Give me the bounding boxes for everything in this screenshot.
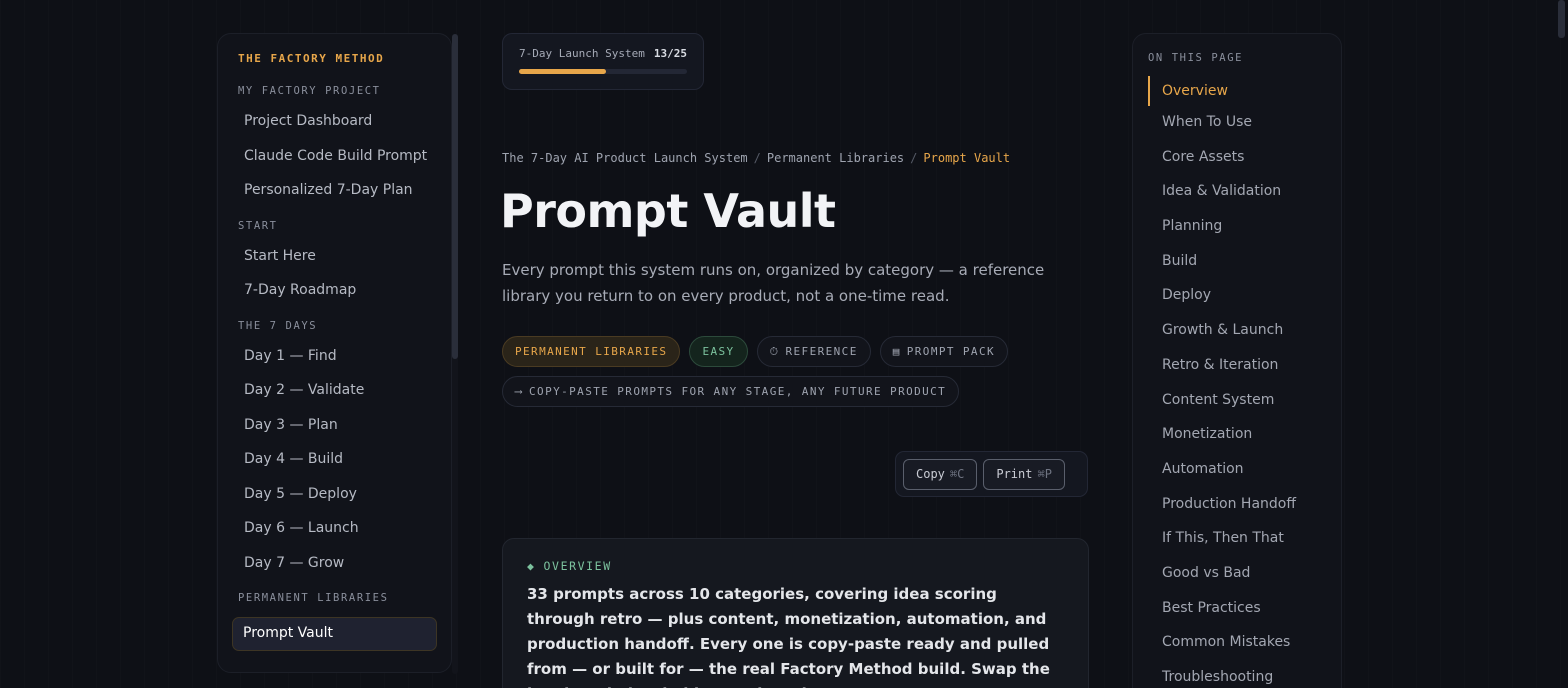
sidebar: THE FACTORY METHOD MY FACTORY PROJECT Pr…	[217, 33, 452, 673]
overview-label: OVERVIEW	[543, 559, 612, 573]
sidebar-item-personalized-plan[interactable]: Personalized 7-Day Plan	[238, 179, 435, 214]
toc-item-monetization[interactable]: Monetization	[1148, 424, 1341, 459]
nav-group-start: START Start Here 7-Day Roadmap	[238, 220, 435, 314]
toc-item-best-practices[interactable]: Best Practices	[1148, 598, 1341, 633]
overview-card: ◆ OVERVIEW 33 prompts across 10 categorie…	[502, 538, 1089, 688]
toc-item-retro-iteration[interactable]: Retro & Iteration	[1148, 355, 1341, 390]
sidebar-item-prompt-vault[interactable]: Prompt Vault	[232, 617, 437, 651]
sidebar-scrollbar[interactable]	[452, 34, 458, 359]
outcome-badge: ⟶ COPY-PASTE PROMPTS FOR ANY STAGE, ANY F…	[502, 376, 960, 407]
sidebar-item-claude-code-build-prompt[interactable]: Claude Code Build Prompt	[238, 145, 435, 180]
nav-group-libraries: PERMANENT LIBRARIES Prompt Vault	[232, 592, 437, 651]
category-badge: PERMANENT LIBRARIES	[502, 336, 681, 367]
sidebar-item-day-1[interactable]: Day 1 — Find	[238, 345, 435, 380]
diamond-icon: ◆	[527, 559, 536, 573]
tag-list: PERMANENT LIBRARIES EASY ⏱ REFERENCE ▤ PRO…	[502, 336, 1102, 407]
progress-bar	[519, 69, 687, 74]
sidebar-item-day-4[interactable]: Day 4 — Build	[238, 448, 435, 483]
toc-item-automation[interactable]: Automation	[1148, 459, 1341, 494]
nav-section-title: MY FACTORY PROJECT	[238, 85, 381, 97]
nav-group-my-project: MY FACTORY PROJECT Project Dashboard Cla…	[238, 85, 435, 214]
toc-item-growth-launch[interactable]: Growth & Launch	[1148, 320, 1341, 355]
copy-shortcut: ⌘C	[949, 467, 965, 481]
format-badge-label: PROMPT PACK	[906, 345, 995, 358]
difficulty-badge: EASY	[689, 336, 748, 367]
print-shortcut: ⌘P	[1037, 467, 1052, 481]
sidebar-item-day-5[interactable]: Day 5 — Deploy	[238, 483, 435, 518]
breadcrumb-current: Prompt Vault	[923, 151, 1011, 165]
toc-item-overview[interactable]: Overview	[1148, 76, 1341, 106]
sidebar-item-start-here[interactable]: Start Here	[238, 245, 435, 280]
progress-card: 7-Day Launch System 13/25	[502, 33, 704, 90]
sidebar-item-roadmap[interactable]: 7-Day Roadmap	[238, 279, 435, 314]
overview-text: 33 prompts across 10 categories, coverin…	[527, 585, 1050, 688]
list-icon: ▤	[892, 345, 901, 358]
sidebar-item-day-6[interactable]: Day 6 — Launch	[238, 517, 435, 552]
sidebar-item-day-2[interactable]: Day 2 — Validate	[238, 379, 435, 414]
breadcrumb-separator: /	[753, 151, 761, 165]
timer-icon: ⏱	[769, 345, 780, 358]
type-badge-label: REFERENCE	[785, 345, 858, 358]
toc-item-content-system[interactable]: Content System	[1148, 390, 1341, 425]
nav-section-title: THE 7 DAYS	[238, 319, 318, 332]
toc-item-common-mistakes[interactable]: Common Mistakes	[1148, 632, 1341, 667]
toc-item-when-to-use[interactable]: When To Use	[1148, 112, 1341, 147]
copy-button-label: Copy	[916, 467, 945, 481]
nav-section-title: START	[238, 219, 278, 232]
breadcrumb: The 7-Day AI Product Launch System / Perma…	[502, 151, 1010, 165]
toc-item-build[interactable]: Build	[1148, 251, 1341, 286]
brand-title: THE FACTORY METHOD	[238, 52, 385, 65]
toc-item-troubleshooting[interactable]: Troubleshooting	[1148, 667, 1341, 688]
toc-item-core-assets[interactable]: Core Assets	[1148, 147, 1341, 182]
page-title: Prompt Vault	[500, 184, 836, 238]
toc-item-good-vs-bad[interactable]: Good vs Bad	[1148, 563, 1341, 598]
nav-section-title: PERMANENT LIBRARIES	[238, 592, 389, 604]
print-button-label: Print	[996, 467, 1033, 481]
sidebar-item-day-3[interactable]: Day 3 — Plan	[238, 414, 435, 449]
type-badge: ⏱ REFERENCE	[756, 336, 871, 367]
toc-item-planning[interactable]: Planning	[1148, 216, 1341, 251]
overview-heading: ◆ OVERVIEW	[527, 559, 1064, 573]
outcome-badge-label: COPY-PASTE PROMPTS FOR ANY STAGE, ANY FU…	[529, 385, 947, 398]
breadcrumb-item-permanent-libraries[interactable]: Permanent Libraries	[767, 151, 904, 165]
progress-label: 7-Day Launch System	[519, 47, 645, 60]
toc-item-deploy[interactable]: Deploy	[1148, 285, 1341, 320]
page-actions: Copy ⌘C Print ⌘P	[895, 451, 1088, 497]
arrow-right-icon: ⟶	[515, 385, 524, 398]
breadcrumb-item-launch-system[interactable]: The 7-Day AI Product Launch System	[502, 151, 748, 165]
sidebar-item-day-7[interactable]: Day 7 — Grow	[238, 552, 435, 587]
copy-button[interactable]: Copy ⌘C	[903, 459, 978, 490]
sidebar-item-project-dashboard[interactable]: Project Dashboard	[238, 110, 435, 145]
toc-item-if-this-then-that[interactable]: If This, Then That	[1148, 528, 1341, 563]
table-of-contents: ON THIS PAGE Overview When To Use Core A…	[1132, 33, 1342, 688]
page-scrollbar[interactable]	[1558, 0, 1565, 38]
breadcrumb-separator: /	[910, 151, 918, 165]
format-badge: ▤ PROMPT PACK	[879, 336, 1008, 367]
progress-count: 13/25	[653, 47, 687, 60]
print-button[interactable]: Print ⌘P	[983, 459, 1065, 490]
progress-fill	[519, 69, 607, 74]
toc-item-production-handoff[interactable]: Production Handoff	[1148, 494, 1341, 529]
nav-group-7-days: THE 7 DAYS Day 1 — Find Day 2 — Validate…	[238, 320, 435, 587]
page-subtitle: Every prompt this system runs on, organi…	[502, 261, 1045, 305]
toc-title: ON THIS PAGE	[1148, 52, 1244, 64]
toc-item-idea-validation[interactable]: Idea & Validation	[1148, 181, 1341, 216]
